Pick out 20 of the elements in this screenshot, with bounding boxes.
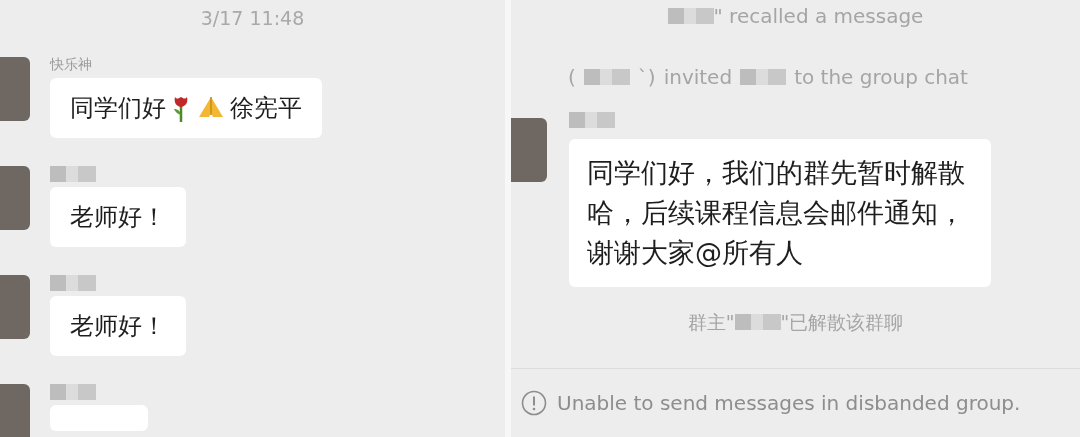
redacted-name xyxy=(667,8,714,24)
notice-text: to the group chat xyxy=(794,64,968,91)
notice-text: `) xyxy=(637,64,656,91)
redacted-name xyxy=(740,69,787,85)
notice-text: "已解散该群聊 xyxy=(780,309,904,335)
redacted-name xyxy=(583,69,630,85)
notice-text: ( xyxy=(568,64,576,91)
sender-name: 快乐神 xyxy=(50,56,92,72)
message-bubble: 同学们好 徐宪平 xyxy=(50,78,322,138)
info-icon xyxy=(521,390,547,416)
avatar-photo xyxy=(511,118,547,182)
redacted-name xyxy=(734,314,781,330)
notice-text: 群主" xyxy=(687,309,735,335)
message-bubble: 老师好！ xyxy=(50,296,186,356)
message-bubble: 老师好！ xyxy=(50,187,186,247)
notice-text: invited xyxy=(663,64,733,91)
message-bubble: 同学们好，我们的群先暂时解散哈，后续课程信息会邮件通知，谢谢大家@所有人 xyxy=(569,139,991,287)
notice-text: " recalled a message xyxy=(713,3,924,30)
footer-text: Unable to send messages in disbanded group. xyxy=(557,390,1021,417)
timestamp: 3/17 11:48 xyxy=(199,6,306,31)
